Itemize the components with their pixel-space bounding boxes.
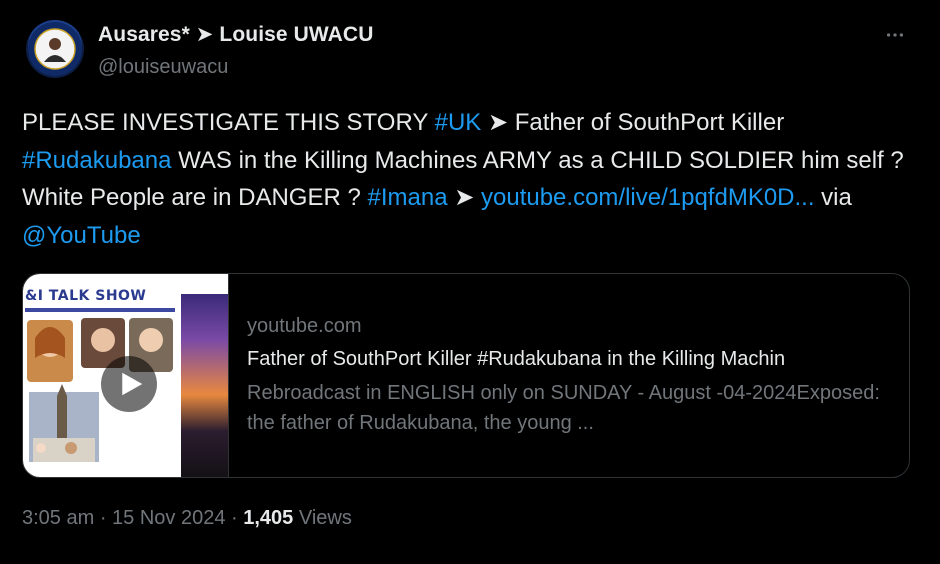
author-display-name[interactable]: Ausares* ➤ Louise UWACU	[98, 22, 373, 47]
thumbnail-sunset-image	[181, 294, 228, 477]
tweet-text-segment: ➤ Father of SouthPort Killer	[481, 109, 785, 136]
card-domain: youtube.com	[247, 315, 362, 337]
author-handle[interactable]: @louiseuwacu	[98, 56, 228, 79]
link-preview-card[interactable]: &I TALK SHOW youtube.com Father of South…	[22, 273, 910, 478]
card-description: Rebroadcast in ENGLISH only on SUNDAY - …	[247, 382, 880, 434]
meta-separator: ·	[225, 507, 244, 529]
hashtag-uk-link[interactable]: #UK	[435, 109, 482, 136]
more-options-button[interactable]	[880, 20, 910, 50]
video-thumbnail[interactable]: &I TALK SHOW	[23, 274, 229, 477]
avatar[interactable]	[26, 20, 84, 78]
tweet-text-segment: ➤	[447, 184, 481, 211]
hashtag-rudakubana-link[interactable]: #Rudakubana	[22, 147, 171, 174]
more-dots-icon	[886, 33, 904, 37]
tweet: Ausares* ➤ Louise UWACU @louiseuwacu PLE…	[0, 0, 940, 564]
tweet-text-segment: PLEASE INVESTIGATE THIS STORY	[22, 109, 435, 136]
youtube-mention-link[interactable]: @YouTube	[22, 222, 141, 249]
hashtag-imana-link[interactable]: #Imana	[367, 184, 447, 211]
views-count[interactable]: 1,405	[243, 507, 293, 529]
avatar-badge-icon	[28, 22, 82, 76]
card-info: youtube.com Father of SouthPort Killer #…	[247, 312, 897, 438]
tweet-meta: 3:05 am · 15 Nov 2024 · 1,405 Views	[22, 507, 352, 530]
tweet-text: PLEASE INVESTIGATE THIS STORY #UK ➤ Fath…	[22, 104, 912, 254]
tweet-date-link[interactable]: 15 Nov 2024	[112, 507, 225, 529]
card-title: Father of SouthPort Killer #Rudakubana i…	[247, 348, 786, 370]
play-button[interactable]	[101, 356, 157, 412]
youtube-url-link[interactable]: youtube.com/live/1pqfdMK0D...	[481, 184, 815, 211]
play-icon	[122, 372, 143, 396]
meta-separator: ·	[94, 507, 113, 529]
views-label: Views	[298, 507, 352, 529]
tweet-text-segment: via	[814, 184, 852, 211]
tweet-time-link[interactable]: 3:05 am	[22, 507, 94, 529]
